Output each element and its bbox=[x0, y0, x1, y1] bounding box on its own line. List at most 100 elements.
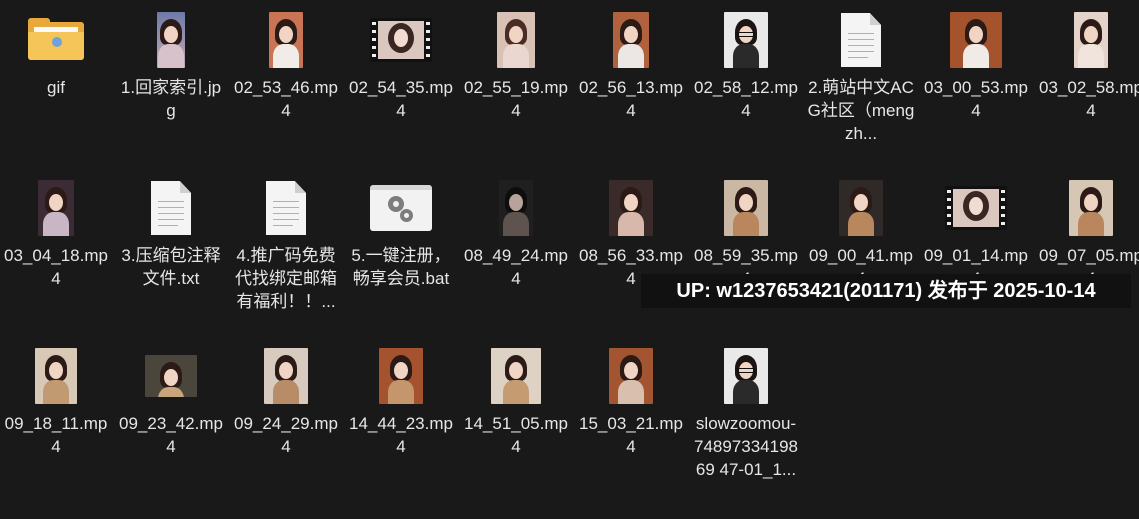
thumbnail bbox=[345, 344, 457, 408]
video-thumbnail-icon bbox=[839, 180, 883, 236]
video-thumbnail-icon bbox=[724, 180, 768, 236]
video-filmstrip-icon bbox=[370, 18, 432, 62]
file-label: 03_00_53.mp4 bbox=[924, 78, 1028, 120]
file-label: gif bbox=[47, 78, 65, 97]
file-grid: gif 1.回家索引.jpg 02_53_46.mp4 02_54_35.mp4 bbox=[0, 0, 1139, 519]
file-label: 3.压缩包注释文件.txt bbox=[121, 246, 221, 288]
file-item[interactable]: 09_01_14.mp4 bbox=[920, 176, 1032, 290]
file-item[interactable]: 5.一键注册，畅享会员.bat bbox=[345, 176, 457, 290]
file-item[interactable]: 02_53_46.mp4 bbox=[230, 8, 342, 122]
file-label: slowzoomou-7489733419869 47-01_1... bbox=[693, 414, 798, 479]
file-item[interactable]: 3.压缩包注释文件.txt bbox=[115, 176, 227, 290]
file-item[interactable]: 4.推广码免费代找绑定邮箱有福利！！... bbox=[230, 176, 342, 313]
video-thumbnail-icon bbox=[145, 355, 197, 397]
file-label: 09_23_42.mp4 bbox=[119, 414, 223, 456]
file-item[interactable]: 03_00_53.mp4 bbox=[920, 8, 1032, 122]
file-item[interactable]: 02_58_12.mp4 bbox=[690, 8, 802, 122]
video-thumbnail-icon bbox=[38, 180, 74, 236]
thumbnail bbox=[230, 8, 342, 72]
file-item[interactable]: 1.回家索引.jpg bbox=[115, 8, 227, 122]
file-label: 4.推广码免费代找绑定邮箱有福利！！... bbox=[235, 246, 337, 311]
file-item[interactable]: 02_54_35.mp4 bbox=[345, 8, 457, 122]
thumbnail bbox=[575, 8, 687, 72]
file-label: 08_49_24.mp4 bbox=[464, 246, 568, 288]
thumbnail bbox=[690, 8, 802, 72]
file-item[interactable]: 08_56_33.mp4 bbox=[575, 176, 687, 290]
thumbnail bbox=[1035, 176, 1139, 240]
file-label: 14_51_05.mp4 bbox=[464, 414, 568, 456]
thumbnail bbox=[230, 344, 342, 408]
image-thumbnail-icon bbox=[157, 12, 185, 68]
file-item[interactable]: slowzoomou-7489733419869 47-01_1... bbox=[690, 344, 802, 481]
thumbnail bbox=[345, 8, 457, 72]
file-item[interactable]: 15_03_21.mp4 bbox=[575, 344, 687, 458]
folder-icon bbox=[28, 18, 84, 62]
thumbnail bbox=[575, 176, 687, 240]
video-filmstrip-icon bbox=[945, 186, 1007, 230]
thumbnail bbox=[115, 8, 227, 72]
thumbnail bbox=[0, 176, 112, 240]
video-thumbnail-icon bbox=[269, 12, 303, 68]
video-thumbnail-icon bbox=[491, 348, 541, 404]
video-thumbnail-icon bbox=[499, 180, 533, 236]
thumbnail bbox=[575, 344, 687, 408]
thumbnail bbox=[805, 8, 917, 72]
file-item[interactable]: 08_49_24.mp4 bbox=[460, 176, 572, 290]
file-label: 15_03_21.mp4 bbox=[579, 414, 683, 456]
thumbnail bbox=[345, 176, 457, 240]
video-thumbnail-icon bbox=[35, 348, 77, 404]
file-item[interactable]: 09_07_05.mp4 bbox=[1035, 176, 1139, 290]
file-label: 03_04_18.mp4 bbox=[4, 246, 108, 288]
file-label: 14_44_23.mp4 bbox=[349, 414, 453, 456]
video-thumbnail-icon bbox=[1074, 12, 1108, 68]
file-label: 03_02_58.mp4 bbox=[1039, 78, 1139, 120]
file-label: 02_56_13.mp4 bbox=[579, 78, 683, 120]
thumbnail bbox=[115, 176, 227, 240]
file-item[interactable]: 2.萌站中文ACG社区（mengzh... bbox=[805, 8, 917, 145]
file-item[interactable]: 03_04_18.mp4 bbox=[0, 176, 112, 290]
file-item[interactable]: 02_55_19.mp4 bbox=[460, 8, 572, 122]
file-item[interactable]: 09_23_42.mp4 bbox=[115, 344, 227, 458]
document-icon bbox=[841, 13, 881, 67]
thumbnail bbox=[0, 344, 112, 408]
file-item[interactable]: 09_18_11.mp4 bbox=[0, 344, 112, 458]
thumbnail bbox=[920, 176, 1032, 240]
video-thumbnail-icon bbox=[497, 12, 535, 68]
thumbnail bbox=[690, 344, 802, 408]
thumbnail bbox=[1035, 8, 1139, 72]
video-thumbnail-icon bbox=[1069, 180, 1113, 236]
folder-item-gif[interactable]: gif bbox=[0, 8, 112, 99]
video-thumbnail-icon bbox=[379, 348, 423, 404]
file-item[interactable]: 08_59_35.mp4 bbox=[690, 176, 802, 290]
file-item[interactable]: 09_24_29.mp4 bbox=[230, 344, 342, 458]
file-item[interactable]: 02_56_13.mp4 bbox=[575, 8, 687, 122]
thumbnail bbox=[690, 176, 802, 240]
video-thumbnail-icon bbox=[724, 12, 768, 68]
thumbnail bbox=[460, 176, 572, 240]
document-icon bbox=[266, 181, 306, 235]
file-item[interactable]: 14_44_23.mp4 bbox=[345, 344, 457, 458]
file-label: 1.回家索引.jpg bbox=[120, 78, 222, 120]
thumbnail bbox=[920, 8, 1032, 72]
video-thumbnail-icon bbox=[950, 12, 1002, 68]
thumbnail bbox=[805, 176, 917, 240]
file-label: 09_24_29.mp4 bbox=[234, 414, 338, 456]
text-document-icon bbox=[151, 181, 191, 235]
file-label: 02_55_19.mp4 bbox=[464, 78, 568, 120]
video-thumbnail-icon bbox=[609, 348, 653, 404]
file-label: 5.一键注册，畅享会员.bat bbox=[351, 246, 451, 288]
video-thumbnail-icon bbox=[264, 348, 308, 404]
video-thumbnail-icon bbox=[724, 348, 768, 404]
video-thumbnail-icon bbox=[613, 12, 649, 68]
file-item[interactable]: 03_02_58.mp4 bbox=[1035, 8, 1139, 122]
thumbnail bbox=[115, 344, 227, 408]
file-item[interactable]: 14_51_05.mp4 bbox=[460, 344, 572, 458]
thumbnail bbox=[0, 8, 112, 72]
file-label: 2.萌站中文ACG社区（mengzh... bbox=[807, 78, 915, 143]
uploader-overlay-banner: UP: w1237653421(201171) 发布于 2025-10-14 bbox=[641, 274, 1131, 308]
file-item[interactable]: 09_00_41.mp4 bbox=[805, 176, 917, 290]
thumbnail bbox=[230, 176, 342, 240]
file-label: 02_58_12.mp4 bbox=[694, 78, 798, 120]
file-label: 02_53_46.mp4 bbox=[234, 78, 338, 120]
video-thumbnail-icon bbox=[609, 180, 653, 236]
